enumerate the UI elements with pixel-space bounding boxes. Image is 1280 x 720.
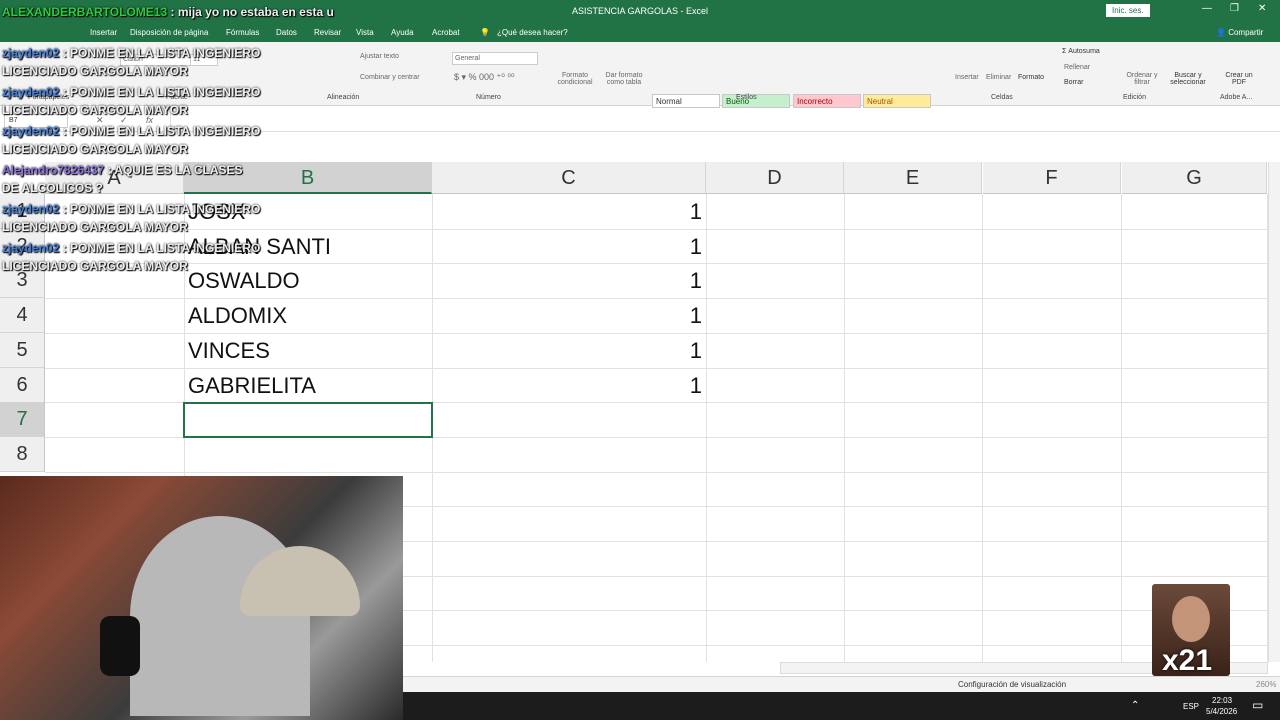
chat-user: ALEXANDERBARTOLOME13 bbox=[2, 5, 168, 19]
fill-button[interactable]: Rellenar bbox=[1064, 64, 1090, 71]
chat-line: zjayden02 : PONME EN LA LISTA INGENIERO … bbox=[2, 239, 262, 275]
number-format-select[interactable]: General bbox=[452, 52, 538, 65]
group-edicion: Edición bbox=[1123, 94, 1146, 101]
lightbulb-icon: 💡 bbox=[480, 28, 490, 37]
create-pdf-button[interactable]: Crear un PDF bbox=[1222, 72, 1256, 86]
streamer-figure bbox=[130, 516, 310, 716]
wrap-text-button[interactable]: Ajustar texto bbox=[360, 53, 399, 60]
tab-ayuda[interactable]: Ayuda bbox=[391, 28, 414, 37]
chat-user: zjayden02 bbox=[2, 85, 60, 99]
autosum-label: Autosuma bbox=[1068, 48, 1100, 55]
chat-user: Alejandro7826437 bbox=[2, 163, 105, 177]
row-header-7[interactable]: 7 bbox=[0, 402, 45, 438]
vertical-scrollbar[interactable] bbox=[1268, 162, 1280, 662]
cell-style-0[interactable]: Normal bbox=[652, 94, 720, 108]
group-numero: Número bbox=[476, 94, 501, 101]
currency-percent-icons[interactable]: $ ▾ % 000 ⁺⁰ ⁰⁰ bbox=[454, 72, 515, 83]
emote-sticker: x21 bbox=[1152, 584, 1230, 676]
chat-overlay: ALEXANDERBARTOLOME13 : mija yo no estaba… bbox=[0, 0, 334, 290]
clock-date[interactable]: 5/4/2026 bbox=[1206, 707, 1237, 716]
zoom-level[interactable]: 260% bbox=[1256, 680, 1276, 689]
chat-line-top: ALEXANDERBARTOLOME13 : mija yo no estaba… bbox=[2, 5, 334, 19]
emote-face bbox=[1172, 596, 1210, 642]
restore-icon[interactable]: ❐ bbox=[1230, 3, 1239, 14]
group-adobe: Adobe A... bbox=[1220, 94, 1253, 101]
formula-input[interactable] bbox=[170, 113, 1270, 129]
close-icon[interactable]: ✕ bbox=[1258, 3, 1266, 14]
language-indicator[interactable]: ESP bbox=[1183, 702, 1199, 711]
emote-counter: x21 bbox=[1162, 644, 1213, 676]
selected-cell[interactable] bbox=[183, 402, 433, 438]
conditional-format-button[interactable]: Formato condicional bbox=[552, 72, 598, 86]
chat-user: zjayden02 bbox=[2, 202, 60, 216]
chat-line: zjayden02 : PONME EN LA LISTA INGENIERO … bbox=[2, 200, 262, 236]
row-header-5[interactable]: 5 bbox=[0, 332, 45, 368]
column-header-d[interactable]: D bbox=[706, 162, 844, 194]
group-alineacion: Alineación bbox=[327, 94, 360, 101]
cell-b4[interactable]: ALDOMIX bbox=[188, 298, 287, 333]
row-header-6[interactable]: 6 bbox=[0, 367, 45, 403]
cell-c4[interactable]: 1 bbox=[432, 298, 702, 333]
group-celdas: Celdas bbox=[991, 94, 1013, 101]
cell-c1[interactable]: 1 bbox=[432, 194, 702, 229]
chat-user: zjayden02 bbox=[2, 241, 60, 255]
tab-acrobat[interactable]: Acrobat bbox=[432, 28, 460, 37]
delete-cells-button[interactable]: Eliminar bbox=[986, 74, 1011, 81]
chat-user: zjayden02 bbox=[2, 124, 60, 138]
row-header-4[interactable]: 4 bbox=[0, 298, 45, 334]
insert-cells-button[interactable]: Insertar bbox=[955, 74, 979, 81]
cell-b5[interactable]: VINCES bbox=[188, 333, 270, 368]
chat-message: : mija yo no estaba en esta u bbox=[170, 5, 334, 19]
tab-revisar[interactable]: Revisar bbox=[314, 28, 341, 37]
grid-hline bbox=[45, 471, 1267, 473]
autosum-button[interactable]: Σ Autosuma bbox=[1062, 48, 1100, 55]
cell-c3[interactable]: 1 bbox=[432, 263, 702, 298]
network-icon[interactable]: ⌃ bbox=[1131, 700, 1139, 711]
chat-user: zjayden02 bbox=[2, 46, 60, 60]
cell-c2[interactable]: 1 bbox=[432, 229, 702, 264]
chat-line: Alejandro7826437 : AQUIE ES LA CLASES DE… bbox=[2, 161, 262, 197]
column-header-c[interactable]: C bbox=[432, 162, 706, 194]
table-format-button[interactable]: Dar formato como tabla bbox=[600, 72, 648, 86]
clear-button[interactable]: Borrar bbox=[1064, 79, 1083, 86]
notification-icon[interactable]: ▭ bbox=[1252, 698, 1263, 712]
clock-time[interactable]: 22:03 bbox=[1212, 696, 1232, 705]
sort-filter-button[interactable]: Ordenar y filtrar bbox=[1124, 72, 1160, 86]
column-header-g[interactable]: G bbox=[1122, 162, 1267, 194]
tell-me-search[interactable]: ¿Qué desea hacer? bbox=[497, 28, 568, 37]
chat-line: zjayden02 : PONME EN LA LISTA INGENIERO … bbox=[2, 44, 262, 80]
find-select-button[interactable]: Buscar y seleccionar bbox=[1162, 72, 1214, 86]
share-button[interactable]: 👤 Compartir bbox=[1216, 28, 1263, 37]
row-header-8[interactable]: 8 bbox=[0, 436, 45, 472]
webcam-overlay bbox=[0, 476, 403, 720]
column-header-e[interactable]: E bbox=[844, 162, 982, 194]
chat-line: zjayden02 : PONME EN LA LISTA INGENIERO … bbox=[2, 122, 262, 158]
tab-vista[interactable]: Vista bbox=[356, 28, 374, 37]
cell-b6[interactable]: GABRIELITA bbox=[188, 368, 316, 403]
chat-line: zjayden02 : PONME EN LA LISTA INGENIERO … bbox=[2, 83, 262, 119]
format-cells-button[interactable]: Formato bbox=[1018, 74, 1044, 81]
signin-button[interactable]: Inic. ses. bbox=[1106, 4, 1150, 17]
group-estilos: Estilos bbox=[736, 94, 757, 101]
cell-style-3[interactable]: Neutral bbox=[863, 94, 931, 108]
merge-center-button[interactable]: Combinar y centrar bbox=[360, 74, 420, 81]
cell-c6[interactable]: 1 bbox=[432, 368, 702, 403]
cell-c5[interactable]: 1 bbox=[432, 333, 702, 368]
column-header-f[interactable]: F bbox=[983, 162, 1121, 194]
share-label: Compartir bbox=[1228, 28, 1264, 37]
display-settings-button[interactable]: Configuración de visualización bbox=[958, 680, 1066, 689]
microphone-image bbox=[100, 616, 140, 676]
minimize-icon[interactable]: — bbox=[1202, 3, 1212, 14]
cell-style-2[interactable]: Incorrecto bbox=[793, 94, 861, 108]
